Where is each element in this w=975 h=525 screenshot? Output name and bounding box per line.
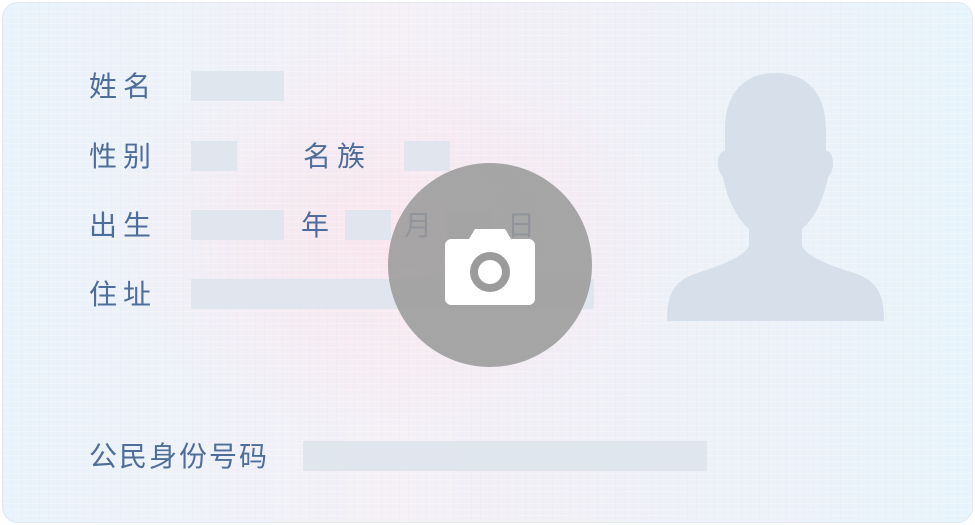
name-label: 姓名: [89, 70, 158, 103]
birth-year-mask: [191, 210, 284, 240]
gender-label: 性别: [89, 140, 158, 173]
birth-label: 出生: [89, 209, 158, 242]
take-photo-button[interactable]: [388, 163, 592, 367]
person-silhouette-icon: [667, 73, 884, 321]
id-number-label: 公民身份号码: [89, 440, 270, 473]
gender-value-mask: [191, 141, 237, 171]
id-number-value-mask: [303, 441, 707, 471]
camera-icon: [445, 229, 535, 305]
address-label: 住址: [89, 278, 158, 311]
year-label: 年: [301, 209, 336, 242]
id-card-front-template[interactable]: 姓名 性别 名族 出生 年 月 日 住址 公民身份号码: [2, 2, 973, 523]
ethnicity-label: 名族: [303, 140, 372, 173]
birth-month-mask: [345, 210, 391, 240]
name-value-mask: [191, 71, 284, 101]
ethnicity-value-mask: [404, 141, 450, 171]
